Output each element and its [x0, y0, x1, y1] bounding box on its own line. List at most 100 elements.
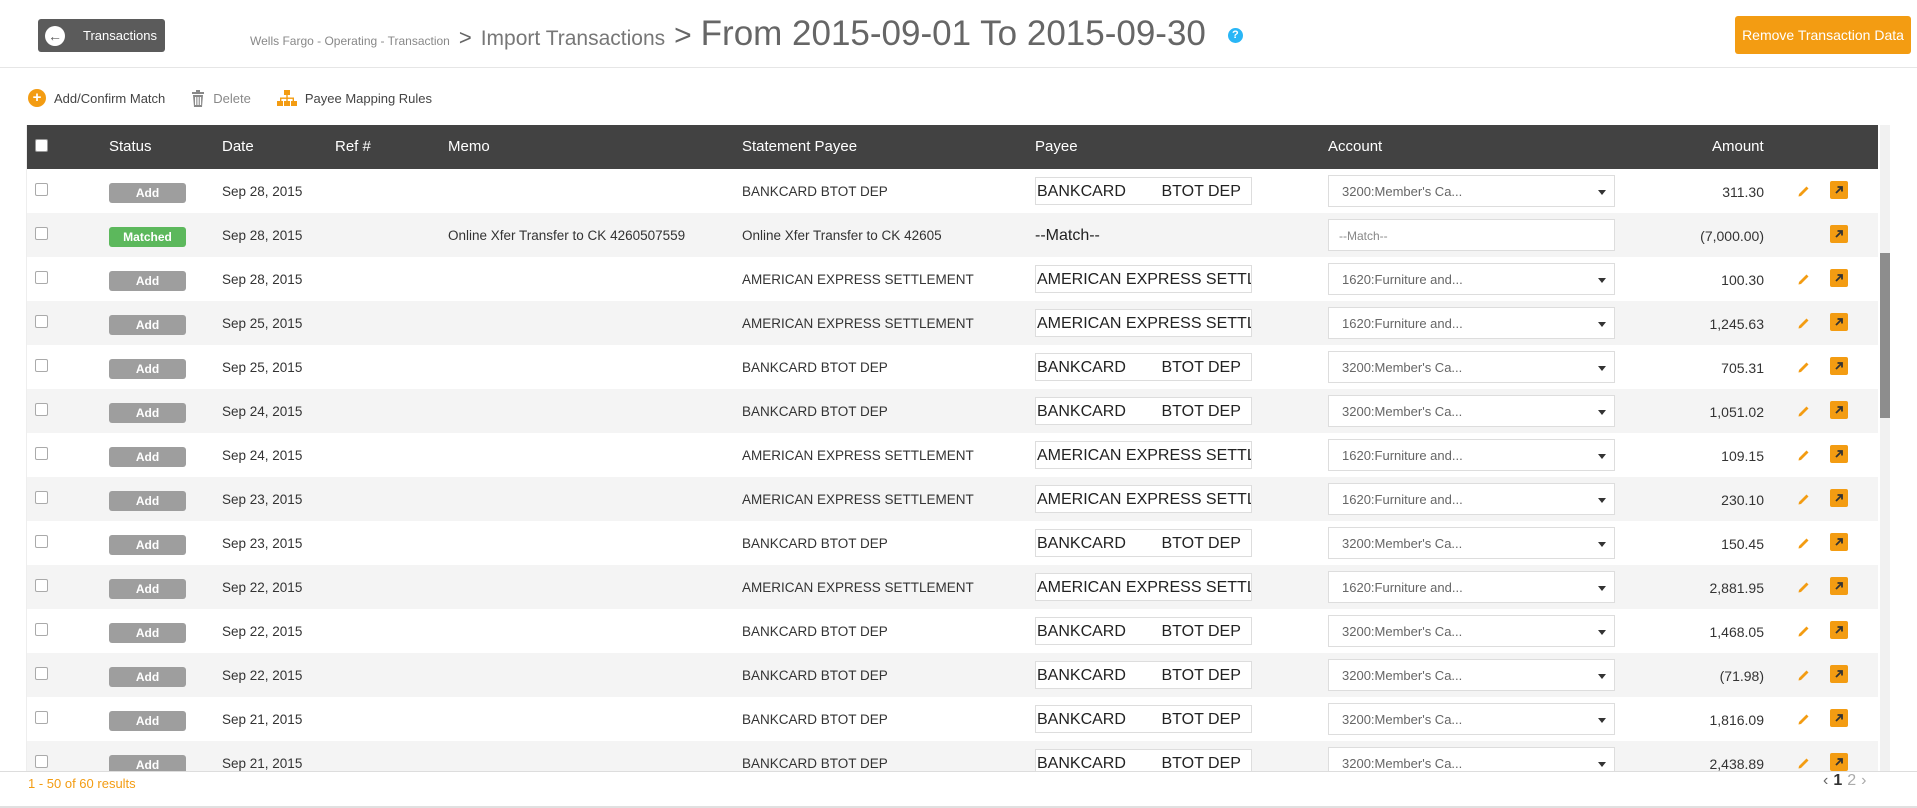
row-checkbox[interactable] — [35, 315, 48, 328]
payee-input[interactable]: BANKCARD BTOT DEP — [1035, 353, 1252, 381]
account-select[interactable]: 3200:Member's Ca... — [1328, 747, 1615, 771]
external-link-icon[interactable] — [1830, 269, 1848, 287]
pencil-icon[interactable] — [1797, 712, 1811, 726]
payee-input[interactable]: BANKCARD BTOT DEP — [1035, 705, 1252, 733]
column-header-date[interactable]: Date — [222, 138, 254, 155]
status-badge[interactable]: Add — [109, 315, 186, 335]
row-checkbox[interactable] — [35, 711, 48, 724]
payee-input[interactable]: AMERICAN EXPRESS SETTLEMENT — [1035, 441, 1252, 469]
external-link-icon[interactable] — [1830, 445, 1848, 463]
column-header-account[interactable]: Account — [1328, 138, 1382, 155]
external-link-icon[interactable] — [1830, 753, 1848, 771]
account-select[interactable]: 1620:Furniture and... — [1328, 263, 1615, 295]
account-select[interactable]: 1620:Furniture and... — [1328, 439, 1615, 471]
column-header-memo[interactable]: Memo — [448, 138, 490, 155]
external-link-icon[interactable] — [1830, 357, 1848, 375]
account-select[interactable]: 3200:Member's Ca... — [1328, 395, 1615, 427]
breadcrumb-account[interactable]: Wells Fargo - Operating - Transaction — [250, 34, 450, 48]
external-link-icon[interactable] — [1830, 665, 1848, 683]
pencil-icon[interactable] — [1797, 360, 1811, 374]
status-badge[interactable]: Add — [109, 711, 186, 731]
column-header-status[interactable]: Status — [109, 138, 152, 155]
pager-prev-button[interactable]: ‹ — [1823, 772, 1828, 790]
external-link-icon[interactable] — [1830, 313, 1848, 331]
external-link-icon[interactable] — [1830, 533, 1848, 551]
account-select[interactable]: 3200:Member's Ca... — [1328, 659, 1615, 691]
table-scrollbar-thumb[interactable] — [1880, 253, 1890, 418]
pencil-icon[interactable] — [1797, 272, 1811, 286]
breadcrumb-import[interactable]: Import Transactions — [481, 27, 665, 51]
account-select[interactable]: 3200:Member's Ca... — [1328, 615, 1615, 647]
payee-input[interactable]: AMERICAN EXPRESS SETTLEMENT — [1035, 265, 1252, 293]
account-select[interactable]: 1620:Furniture and... — [1328, 571, 1615, 603]
row-checkbox[interactable] — [35, 271, 48, 284]
pencil-icon[interactable] — [1797, 756, 1811, 770]
select-all-checkbox[interactable] — [35, 139, 48, 152]
table-row[interactable]: Add Sep 24, 2015 AMERICAN EXPRESS SETTLEME… — [27, 433, 1878, 477]
payee-input[interactable]: BANKCARD BTOT DEP — [1035, 749, 1252, 771]
status-badge[interactable]: Add — [109, 271, 186, 291]
external-link-icon[interactable] — [1830, 225, 1848, 243]
row-checkbox[interactable] — [35, 183, 48, 196]
pager-page-current[interactable]: 1 — [1833, 772, 1842, 790]
table-row[interactable]: Add Sep 25, 2015 BANKCARD BTOT DEP BANKCARD… — [27, 345, 1878, 389]
status-badge[interactable]: Add — [109, 491, 186, 511]
remove-transaction-data-button[interactable]: Remove Transaction Data — [1735, 16, 1911, 54]
row-checkbox[interactable] — [35, 447, 48, 460]
pencil-icon[interactable] — [1797, 184, 1811, 198]
column-header-ref[interactable]: Ref # — [335, 138, 371, 155]
table-row[interactable]: Add Sep 22, 2015 BANKCARD BTOT DEP BANKCARD… — [27, 653, 1878, 697]
payee-mapping-rules-button[interactable]: Payee Mapping Rules — [276, 89, 432, 107]
row-checkbox[interactable] — [35, 403, 48, 416]
status-badge[interactable]: Matched — [109, 227, 186, 247]
status-badge[interactable]: Add — [109, 447, 186, 467]
status-badge[interactable]: Add — [109, 535, 186, 555]
column-header-statement-payee[interactable]: Statement Payee — [742, 138, 857, 155]
table-scrollbar-track[interactable] — [1880, 125, 1890, 771]
table-row[interactable]: Add Sep 28, 2015 AMERICAN EXPRESS SETTLEME… — [27, 257, 1878, 301]
table-row[interactable]: Add Sep 22, 2015 BANKCARD BTOT DEP BANKCARD… — [27, 609, 1878, 653]
pencil-icon[interactable] — [1797, 668, 1811, 682]
status-badge[interactable]: Add — [109, 579, 186, 599]
row-checkbox[interactable] — [35, 755, 48, 768]
table-row[interactable]: Add Sep 23, 2015 BANKCARD BTOT DEP BANKCARD… — [27, 521, 1878, 565]
table-row[interactable]: Add Sep 28, 2015 BANKCARD BTOT DEP BANKCARD… — [27, 169, 1878, 213]
pencil-icon[interactable] — [1797, 624, 1811, 638]
table-row[interactable]: Add Sep 21, 2015 BANKCARD BTOT DEP BANKCARD… — [27, 741, 1878, 771]
table-row[interactable]: Add Sep 23, 2015 AMERICAN EXPRESS SETTLEME… — [27, 477, 1878, 521]
account-select[interactable]: 3200:Member's Ca... — [1328, 527, 1615, 559]
table-row[interactable]: Add Sep 22, 2015 AMERICAN EXPRESS SETTLEME… — [27, 565, 1878, 609]
pencil-icon[interactable] — [1797, 316, 1811, 330]
account-select[interactable]: 1620:Furniture and... — [1328, 307, 1615, 339]
status-badge[interactable]: Add — [109, 755, 186, 771]
external-link-icon[interactable] — [1830, 489, 1848, 507]
table-row[interactable]: Add Sep 25, 2015 AMERICAN EXPRESS SETTLEME… — [27, 301, 1878, 345]
pencil-icon[interactable] — [1797, 492, 1811, 506]
row-checkbox[interactable] — [35, 227, 48, 240]
row-checkbox[interactable] — [35, 623, 48, 636]
payee-input[interactable]: BANKCARD BTOT DEP — [1035, 529, 1252, 557]
payee-input[interactable]: BANKCARD BTOT DEP — [1035, 177, 1252, 205]
account-select[interactable]: 3200:Member's Ca... — [1328, 351, 1615, 383]
external-link-icon[interactable] — [1830, 577, 1848, 595]
help-icon[interactable]: ? — [1227, 28, 1243, 43]
add-confirm-match-button[interactable]: + Add/Confirm Match — [28, 89, 165, 107]
delete-button[interactable]: Delete — [191, 89, 251, 107]
status-badge[interactable]: Add — [109, 183, 186, 203]
status-badge[interactable]: Add — [109, 623, 186, 643]
pager-page-2[interactable]: 2 — [1847, 772, 1856, 790]
external-link-icon[interactable] — [1830, 181, 1848, 199]
table-row[interactable]: Matched Sep 28, 2015 Online Xfer Transfer … — [27, 213, 1878, 257]
pencil-icon[interactable] — [1797, 404, 1811, 418]
pencil-icon[interactable] — [1797, 448, 1811, 462]
account-select[interactable]: 3200:Member's Ca... — [1328, 175, 1615, 207]
external-link-icon[interactable] — [1830, 401, 1848, 419]
row-checkbox[interactable] — [35, 359, 48, 372]
back-to-transactions-button[interactable]: ← Transactions — [38, 19, 165, 52]
pencil-icon[interactable] — [1797, 580, 1811, 594]
account-select[interactable]: 3200:Member's Ca... — [1328, 703, 1615, 735]
row-checkbox[interactable] — [35, 667, 48, 680]
status-badge[interactable]: Add — [109, 667, 186, 687]
external-link-icon[interactable] — [1830, 621, 1848, 639]
pager-next-button[interactable]: › — [1861, 772, 1866, 790]
